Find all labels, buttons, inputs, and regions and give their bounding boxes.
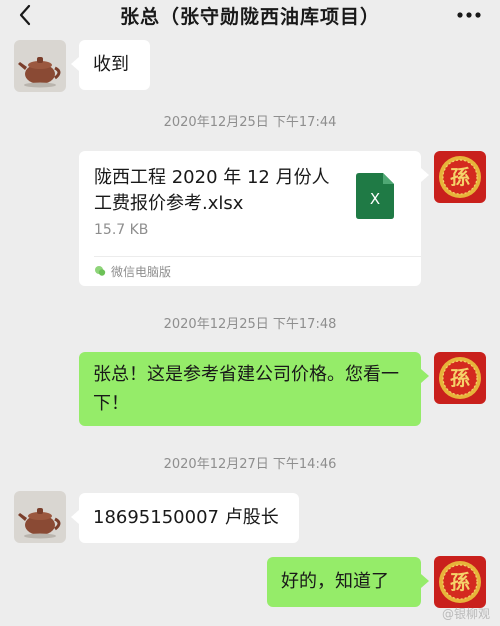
excel-file-icon: X bbox=[356, 173, 394, 219]
timestamp: 2020年12月25日 下午17:48 bbox=[163, 317, 337, 332]
chat-header: 张总（张守勋陇西油库项目） bbox=[0, 0, 500, 34]
timestamp: 2020年12月27日 下午14:46 bbox=[163, 457, 337, 472]
file-card-divider bbox=[94, 256, 421, 257]
file-source: 微信电脑版 bbox=[94, 262, 171, 280]
more-dots-icon bbox=[457, 12, 481, 18]
svg-text:孫: 孫 bbox=[450, 570, 470, 594]
chat-title: 张总（张守勋陇西油库项目） bbox=[119, 5, 380, 28]
self-avatar[interactable]: 孫 bbox=[434, 352, 486, 404]
message-text: 好的，知道了 bbox=[281, 571, 389, 592]
svg-text:X: X bbox=[370, 190, 380, 208]
message-text: 张总！这是参考省建公司价格。您看一下！ bbox=[93, 364, 399, 414]
message-bubble-received[interactable]: 18695150007 卢股长 bbox=[71, 493, 299, 543]
message-bubble-sent[interactable]: 好的，知道了 bbox=[267, 557, 429, 607]
file-source-label: 微信电脑版 bbox=[111, 264, 172, 279]
seal-avatar-icon: 孫 bbox=[434, 556, 486, 608]
message-bubble-sent[interactable]: 张总！这是参考省建公司价格。您看一下！ bbox=[79, 352, 429, 426]
file-message-card[interactable]: 陇西工程 2020 年 12 月份人工费报价参考.xlsx 15.7 KB X … bbox=[79, 151, 429, 286]
contact-avatar[interactable] bbox=[14, 491, 66, 543]
wechat-icon bbox=[95, 266, 106, 276]
seal-avatar-icon: 孫 bbox=[434, 151, 486, 203]
watermark-text: @银柳观 bbox=[441, 606, 490, 621]
self-avatar[interactable]: 孫 bbox=[434, 556, 486, 608]
chevron-left-icon bbox=[19, 4, 31, 26]
svg-text:孫: 孫 bbox=[450, 165, 470, 189]
file-size: 15.7 KB bbox=[94, 222, 149, 238]
back-button[interactable] bbox=[14, 4, 36, 26]
more-button[interactable] bbox=[456, 6, 482, 24]
seal-avatar-icon: 孫 bbox=[434, 352, 486, 404]
message-bubble-received[interactable]: 收到 bbox=[71, 40, 150, 90]
svg-text:孫: 孫 bbox=[450, 366, 470, 390]
teapot-avatar-icon bbox=[14, 491, 66, 543]
message-text: 18695150007 卢股长 bbox=[93, 507, 279, 528]
contact-avatar[interactable] bbox=[14, 40, 66, 92]
teapot-avatar-icon bbox=[14, 40, 66, 92]
file-name: 陇西工程 2020 年 12 月份人工费报价参考.xlsx bbox=[94, 167, 330, 214]
message-text: 收到 bbox=[93, 54, 129, 75]
self-avatar[interactable]: 孫 bbox=[434, 151, 486, 203]
timestamp: 2020年12月25日 下午17:44 bbox=[163, 115, 337, 130]
watermark: @银柳观 bbox=[442, 604, 490, 622]
